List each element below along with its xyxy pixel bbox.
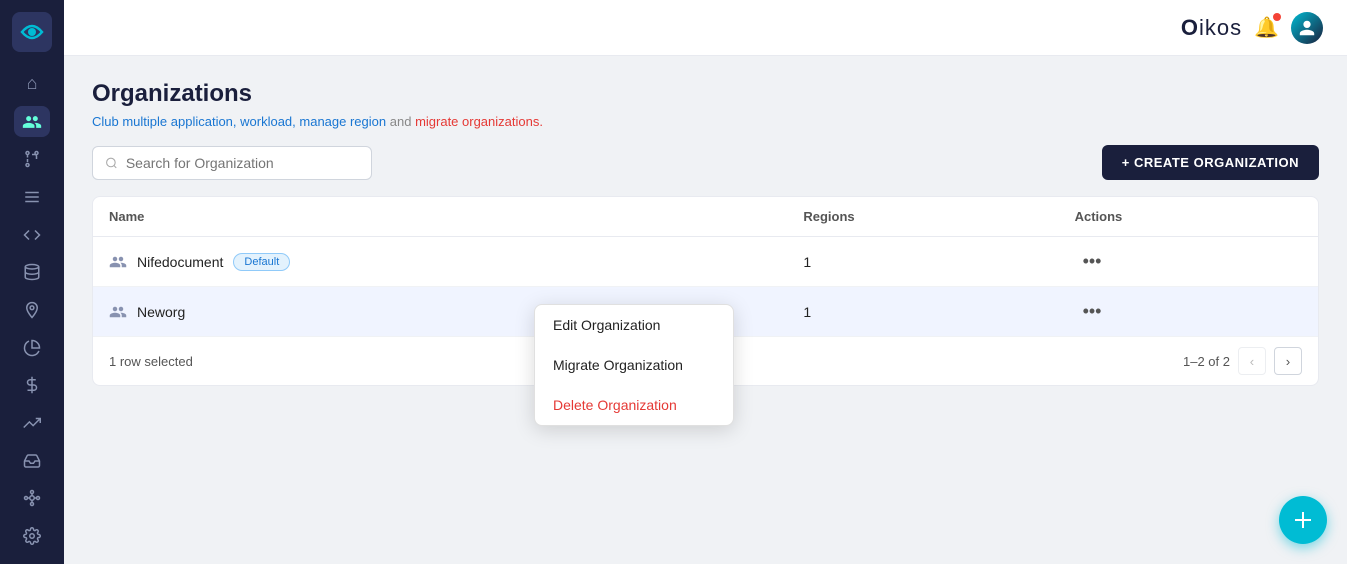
list-icon[interactable] bbox=[14, 181, 50, 213]
create-organization-button[interactable]: + CREATE ORGANIZATION bbox=[1102, 145, 1319, 180]
search-input[interactable] bbox=[126, 155, 359, 171]
page-title: Organizations bbox=[92, 80, 1319, 108]
toolbar: + CREATE ORGANIZATION bbox=[92, 145, 1319, 180]
inbox-icon[interactable] bbox=[14, 445, 50, 477]
brand-prefix: O bbox=[1181, 15, 1199, 40]
table-header: Name Regions Actions bbox=[93, 197, 1318, 237]
org-name-text: Neworg bbox=[137, 304, 185, 320]
main-content: Oikos 🔔 Organizations Club multiple appl… bbox=[64, 0, 1347, 564]
location-icon[interactable] bbox=[14, 294, 50, 326]
subtitle-and: and bbox=[390, 114, 415, 129]
pagination-text: 1–2 of 2 bbox=[1183, 354, 1230, 369]
settings-icon[interactable] bbox=[14, 520, 50, 552]
context-menu-edit[interactable]: Edit Organization bbox=[535, 305, 733, 345]
user-avatar[interactable] bbox=[1291, 12, 1323, 44]
page-subtitle: Club multiple application, workload, man… bbox=[92, 114, 1319, 129]
sidebar: ⌂ bbox=[0, 0, 64, 564]
org-actions-cell: ••• bbox=[1059, 237, 1318, 287]
search-icon bbox=[105, 156, 118, 170]
logo[interactable] bbox=[12, 12, 52, 52]
home-icon[interactable]: ⌂ bbox=[14, 68, 50, 100]
org-name-container: Nifedocument Default bbox=[109, 253, 771, 271]
dollar-icon[interactable] bbox=[14, 370, 50, 402]
pagination-next-button[interactable]: › bbox=[1274, 347, 1302, 375]
default-badge: Default bbox=[233, 253, 290, 271]
table-row: Nifedocument Default 1 ••• bbox=[93, 237, 1318, 287]
notification-dot bbox=[1273, 13, 1281, 21]
actions-menu-button-selected[interactable]: ••• bbox=[1075, 299, 1110, 324]
trending-icon[interactable] bbox=[14, 407, 50, 439]
org-icon bbox=[109, 253, 127, 271]
row-selected-text: 1 row selected bbox=[109, 354, 193, 369]
pagination-prev-button[interactable]: ‹ bbox=[1238, 347, 1266, 375]
col-name: Name bbox=[93, 197, 787, 237]
col-actions: Actions bbox=[1059, 197, 1318, 237]
subtitle-blue: Club multiple application, workload, man… bbox=[92, 114, 386, 129]
context-menu-migrate[interactable]: Migrate Organization bbox=[535, 345, 733, 385]
users-icon[interactable] bbox=[14, 106, 50, 138]
brand-name: Oikos bbox=[1181, 15, 1242, 41]
org-regions-cell: 1 bbox=[787, 237, 1058, 287]
header: Oikos 🔔 bbox=[64, 0, 1347, 56]
cluster-icon[interactable] bbox=[14, 483, 50, 515]
col-regions: Regions bbox=[787, 197, 1058, 237]
org-icon bbox=[109, 303, 127, 321]
org-actions-cell: ••• bbox=[1059, 287, 1318, 337]
subtitle-red: migrate organizations. bbox=[415, 114, 543, 129]
database-icon[interactable] bbox=[14, 256, 50, 288]
org-regions-cell: 1 bbox=[787, 287, 1058, 337]
brand-suffix: ikos bbox=[1199, 15, 1242, 40]
brand-section: Oikos 🔔 bbox=[1181, 12, 1323, 44]
search-box[interactable] bbox=[92, 146, 372, 180]
fab-button[interactable] bbox=[1279, 496, 1327, 544]
page-content: Organizations Club multiple application,… bbox=[64, 56, 1347, 564]
notification-bell[interactable]: 🔔 bbox=[1254, 15, 1279, 40]
org-name-cell: Nifedocument Default bbox=[93, 237, 787, 287]
chart-pie-icon[interactable] bbox=[14, 332, 50, 364]
git-branch-icon[interactable] bbox=[14, 143, 50, 175]
code-icon[interactable] bbox=[14, 219, 50, 251]
context-menu-delete[interactable]: Delete Organization bbox=[535, 385, 733, 425]
context-menu: Edit Organization Migrate Organization D… bbox=[534, 304, 734, 426]
org-name-text: Nifedocument bbox=[137, 254, 223, 270]
actions-menu-button[interactable]: ••• bbox=[1075, 249, 1110, 274]
pagination: 1–2 of 2 ‹ › bbox=[1183, 347, 1302, 375]
